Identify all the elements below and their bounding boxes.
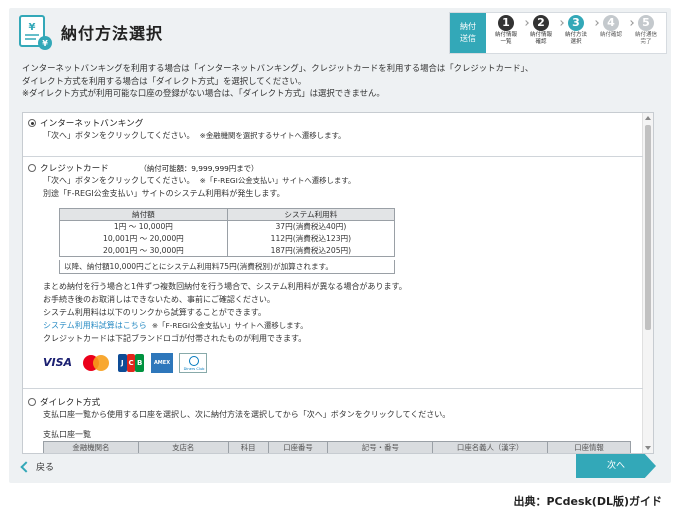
radio-internet-banking[interactable]: インターネットバンキング (28, 117, 143, 129)
fee-table-footer: 以降、納付額10,000円ごとにシステム利用料75円(消費税別)が加算されます。 (59, 260, 395, 274)
option-internet-banking[interactable]: インターネットバンキング 「次へ」ボタンをクリックしてください。 ※金融機関を選… (23, 113, 643, 157)
step-5: 5 納付通信 完了 (634, 15, 657, 45)
radio-credit-card[interactable]: クレジットカード （納付可能額：9,999,999円まで） (28, 162, 258, 174)
svg-text:¥: ¥ (42, 39, 48, 48)
account-table: 金融機関名 支店名 科目 口座番号 記号・番号 口座名義人（漢字） 口座情報 (43, 441, 631, 453)
back-button[interactable]: 戻る (20, 460, 54, 473)
payment-options[interactable]: インターネットバンキング 「次へ」ボタンをクリックしてください。 ※金融機関を選… (22, 112, 654, 454)
jcb-logo-icon: JCB (118, 353, 145, 373)
scrollbar[interactable] (642, 113, 653, 453)
main-panel: ¥ ¥ 納付方法選択 納付 送信 1 納付情報 一覧 2 納付情報 確認 3 納… (9, 8, 671, 483)
radio-unselected-icon[interactable] (28, 398, 36, 406)
table-row: 1円 ～ 10,000円 37円(消費税込40円) (59, 220, 396, 233)
scroll-up-icon[interactable] (645, 116, 651, 120)
intro-text: インターネットバンキングを利用する場合は「インターネットバンキング」、クレジット… (22, 63, 534, 98)
scroll-down-icon[interactable] (645, 446, 651, 450)
fee-table: 納付額 システム利用料 1円 ～ 10,000円 37円(消費税込40円) 10… (59, 208, 396, 257)
step-2: 2 納付情報 確認 (529, 15, 552, 45)
mastercard-logo-icon (83, 353, 111, 373)
step-current-label: 納付 送信 (450, 13, 486, 53)
step-indicator: 納付 送信 1 納付情報 一覧 2 納付情報 確認 3 納付方法 選択 4 納付… (449, 12, 667, 54)
chevron-left-icon (20, 461, 32, 473)
fee-calc-link[interactable]: システム利用料試算はこちら (43, 321, 147, 330)
table-row: 20,001円 ～ 30,000円 187円(消費税込205円) (59, 244, 396, 257)
account-list-title: 支払口座一覧 (43, 430, 91, 439)
header: ¥ ¥ 納付方法選択 納付 送信 1 納付情報 一覧 2 納付情報 確認 3 納… (9, 8, 671, 58)
svg-text:¥: ¥ (29, 22, 36, 33)
step-1: 1 納付情報 一覧 (494, 15, 517, 45)
radio-direct[interactable]: ダイレクト方式 (28, 396, 100, 408)
step-3: 3 納付方法 選択 (564, 15, 587, 45)
scrollbar-thumb[interactable] (645, 125, 651, 330)
visa-logo-icon: VISA (43, 356, 73, 369)
option-credit-card[interactable]: クレジットカード （納付可能額：9,999,999円まで） 「次へ」ボタンをクリ… (23, 157, 643, 389)
page-title: 納付方法選択 (61, 24, 164, 43)
table-row: 10,001円 ～ 20,000円 112円(消費税込123円) (59, 232, 396, 245)
step-4: 4 納付確認 (599, 15, 622, 38)
option-direct[interactable]: ダイレクト方式 支払口座一覧から使用する口座を選択し、次に納付方法を選択してから… (23, 389, 643, 453)
next-button[interactable]: 次へ (576, 454, 656, 478)
diners-logo-icon: Diners Club (179, 353, 207, 373)
radio-unselected-icon[interactable] (28, 164, 36, 172)
source-credit: 出典：PCdesk(DL版)ガイド (513, 495, 662, 508)
amex-logo-icon: AMEX (151, 353, 173, 373)
payment-document-icon: ¥ ¥ (19, 15, 52, 50)
radio-selected-icon[interactable] (28, 119, 36, 127)
